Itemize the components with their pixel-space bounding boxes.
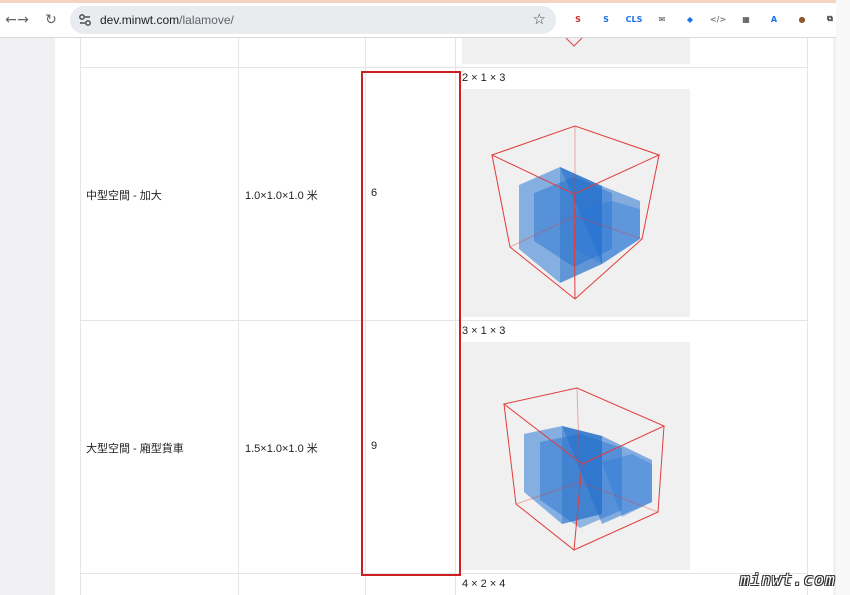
- site-settings-icon[interactable]: [78, 13, 92, 27]
- highlight-annotation-box: [361, 71, 461, 576]
- bookmark-star-icon[interactable]: ☆: [533, 10, 546, 28]
- cargo-box-3d-render: [490, 125, 661, 300]
- s-box-extension-icon[interactable]: S: [598, 11, 614, 27]
- url-path: /lalamove/: [179, 13, 234, 27]
- code-icon[interactable]: </>: [710, 11, 726, 27]
- vehicle-size: 1.0×1.0×1.0 米: [245, 190, 318, 202]
- translate-icon[interactable]: A: [766, 11, 782, 27]
- address-bar[interactable]: dev.minwt.com/lalamove/ ☆: [70, 6, 556, 34]
- tag-icon[interactable]: ◆: [682, 11, 698, 27]
- browser-toolbar: ← → ↻ dev.minwt.com/lalamove/ ☆ S S CLS ✉ ◆ <…: [0, 3, 850, 38]
- row-divider: [80, 67, 808, 68]
- url-text[interactable]: dev.minwt.com/lalamove/: [100, 13, 234, 27]
- table-border-right: [807, 38, 808, 595]
- cargo-box-wireframe-partial: [565, 37, 583, 47]
- side-panel-edge: [836, 0, 850, 595]
- cargo-3d-image: [462, 342, 690, 570]
- cookie-icon[interactable]: ●: [794, 11, 810, 27]
- forward-arrow-icon[interactable]: →: [12, 3, 34, 37]
- cargo-box-3d-render: [502, 387, 666, 551]
- url-host: dev.minwt.com: [100, 13, 180, 27]
- column-divider: [238, 38, 239, 595]
- stack-dimensions-label: 2 × 1 × 3: [462, 72, 506, 84]
- mail-icon[interactable]: ✉: [654, 11, 670, 27]
- stack-dimensions-label: 4 × 2 × 4: [462, 578, 506, 590]
- vehicle-name: 中型空間 - 加大: [86, 190, 162, 202]
- vehicle-size: 1.5×1.0×1.0 米: [245, 443, 318, 455]
- grid-icon[interactable]: ▦: [738, 11, 754, 27]
- table-border-left: [80, 38, 81, 595]
- watermark-text: minwt.com: [740, 570, 836, 589]
- reload-icon[interactable]: ↻: [40, 3, 62, 37]
- cargo-3d-image: [462, 89, 690, 317]
- stack-dimensions-label: 3 × 1 × 3: [462, 325, 506, 337]
- s-extension-icon[interactable]: S: [570, 11, 586, 27]
- cargo-3d-image-partial: [462, 37, 690, 64]
- vehicle-name: 大型空間 - 廂型貨車: [86, 443, 184, 455]
- cls-extension-icon[interactable]: CLS: [626, 11, 643, 27]
